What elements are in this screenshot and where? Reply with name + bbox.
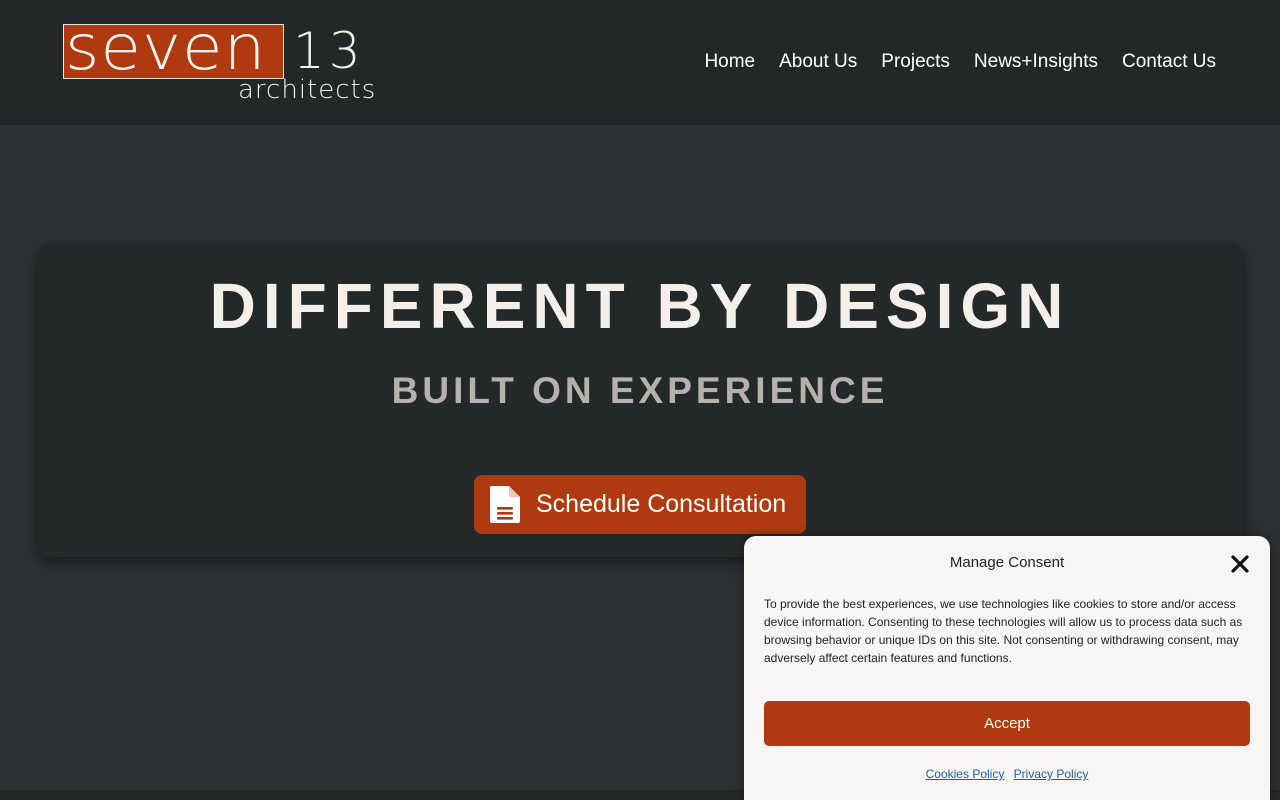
nav-news-insights[interactable]: News+Insights <box>974 50 1098 74</box>
nav-projects[interactable]: Projects <box>881 50 950 74</box>
accept-button[interactable]: Accept <box>764 701 1250 746</box>
nav-home[interactable]: Home <box>704 50 755 74</box>
logo-number: 13 <box>293 22 365 80</box>
nav-about-us[interactable]: About Us <box>779 50 857 74</box>
site-logo[interactable]: seven 13 architects <box>63 16 375 104</box>
consent-text: To provide the best experiences, we use … <box>764 597 1243 665</box>
logo-subtitle: architects <box>238 75 377 105</box>
consent-dialog: Manage Consent To provide the best exper… <box>744 536 1270 800</box>
site-header: seven 13 architects Home About Us Projec… <box>0 0 1280 125</box>
main-nav: Home About Us Projects News+Insights Con… <box>680 50 1216 74</box>
cta-label: Schedule Consultation <box>536 490 787 518</box>
document-icon <box>490 486 520 523</box>
schedule-consultation-button[interactable]: Schedule Consultation <box>474 475 806 534</box>
consent-links: Cookies Policy Privacy Policy <box>744 766 1270 782</box>
hero-subtitle: BUILT ON EXPERIENCE <box>391 370 889 411</box>
cookies-policy-link[interactable]: Cookies Policy <box>926 767 1005 781</box>
close-icon[interactable] <box>1228 552 1252 576</box>
nav-contact-us[interactable]: Contact Us <box>1122 50 1216 74</box>
consent-title: Manage Consent <box>949 554 1065 571</box>
logo-word: seven <box>65 10 267 85</box>
privacy-policy-link[interactable]: Privacy Policy <box>1014 767 1089 781</box>
hero-title: DIFFERENT BY DESIGN <box>209 270 1071 342</box>
